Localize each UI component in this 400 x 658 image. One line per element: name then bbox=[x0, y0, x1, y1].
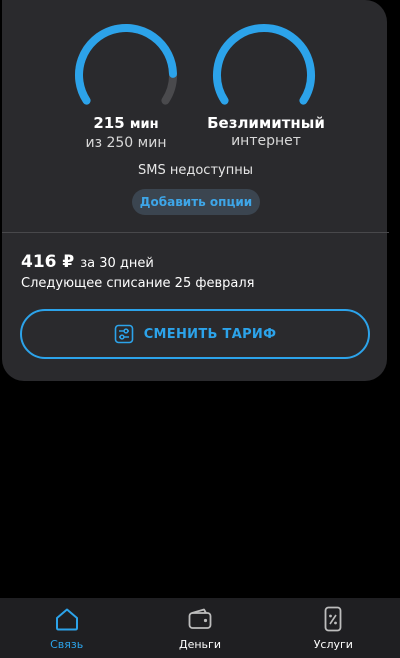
change-tariff-label: СМЕНИТЬ ТАРИФ bbox=[143, 326, 277, 342]
sms-unavailable-note: SMS недоступны bbox=[138, 163, 253, 178]
add-options-button[interactable]: Добавить опции bbox=[132, 189, 260, 215]
nav-item-services[interactable]: Услуги bbox=[267, 598, 400, 658]
next-charge-text: Следующее списание 25 февраля bbox=[21, 276, 255, 291]
internet-title: Безлимитный bbox=[207, 114, 325, 132]
nav-label-money: Деньги bbox=[179, 638, 221, 651]
wallet-icon bbox=[187, 606, 213, 632]
nav-label-services: Услуги bbox=[313, 638, 353, 651]
divider bbox=[2, 232, 389, 233]
home-icon bbox=[54, 606, 80, 632]
phone-percent-icon bbox=[320, 606, 346, 632]
nav-item-connection[interactable]: Связь bbox=[0, 598, 133, 658]
minutes-unit: мин bbox=[129, 117, 159, 132]
bottom-navigation: Связь Деньги Услуги bbox=[0, 598, 400, 658]
internet-stat: Безлимитный интернет bbox=[181, 114, 351, 150]
nav-item-money[interactable]: Деньги bbox=[133, 598, 266, 658]
internet-subtitle: интернет bbox=[231, 133, 301, 149]
price-period: за 30 дней bbox=[80, 256, 154, 271]
tariff-card: 215 мин из 250 мин Безлимитный интернет … bbox=[2, 0, 389, 381]
nav-label-connection: Связь bbox=[50, 638, 84, 651]
change-tariff-button[interactable]: СМЕНИТЬ ТАРИФ bbox=[20, 309, 370, 359]
price-row: 416 ₽ за 30 дней bbox=[21, 252, 154, 272]
price-amount: 416 ₽ bbox=[21, 252, 75, 272]
sliders-icon bbox=[114, 324, 134, 344]
minutes-value: 215 bbox=[93, 114, 125, 132]
